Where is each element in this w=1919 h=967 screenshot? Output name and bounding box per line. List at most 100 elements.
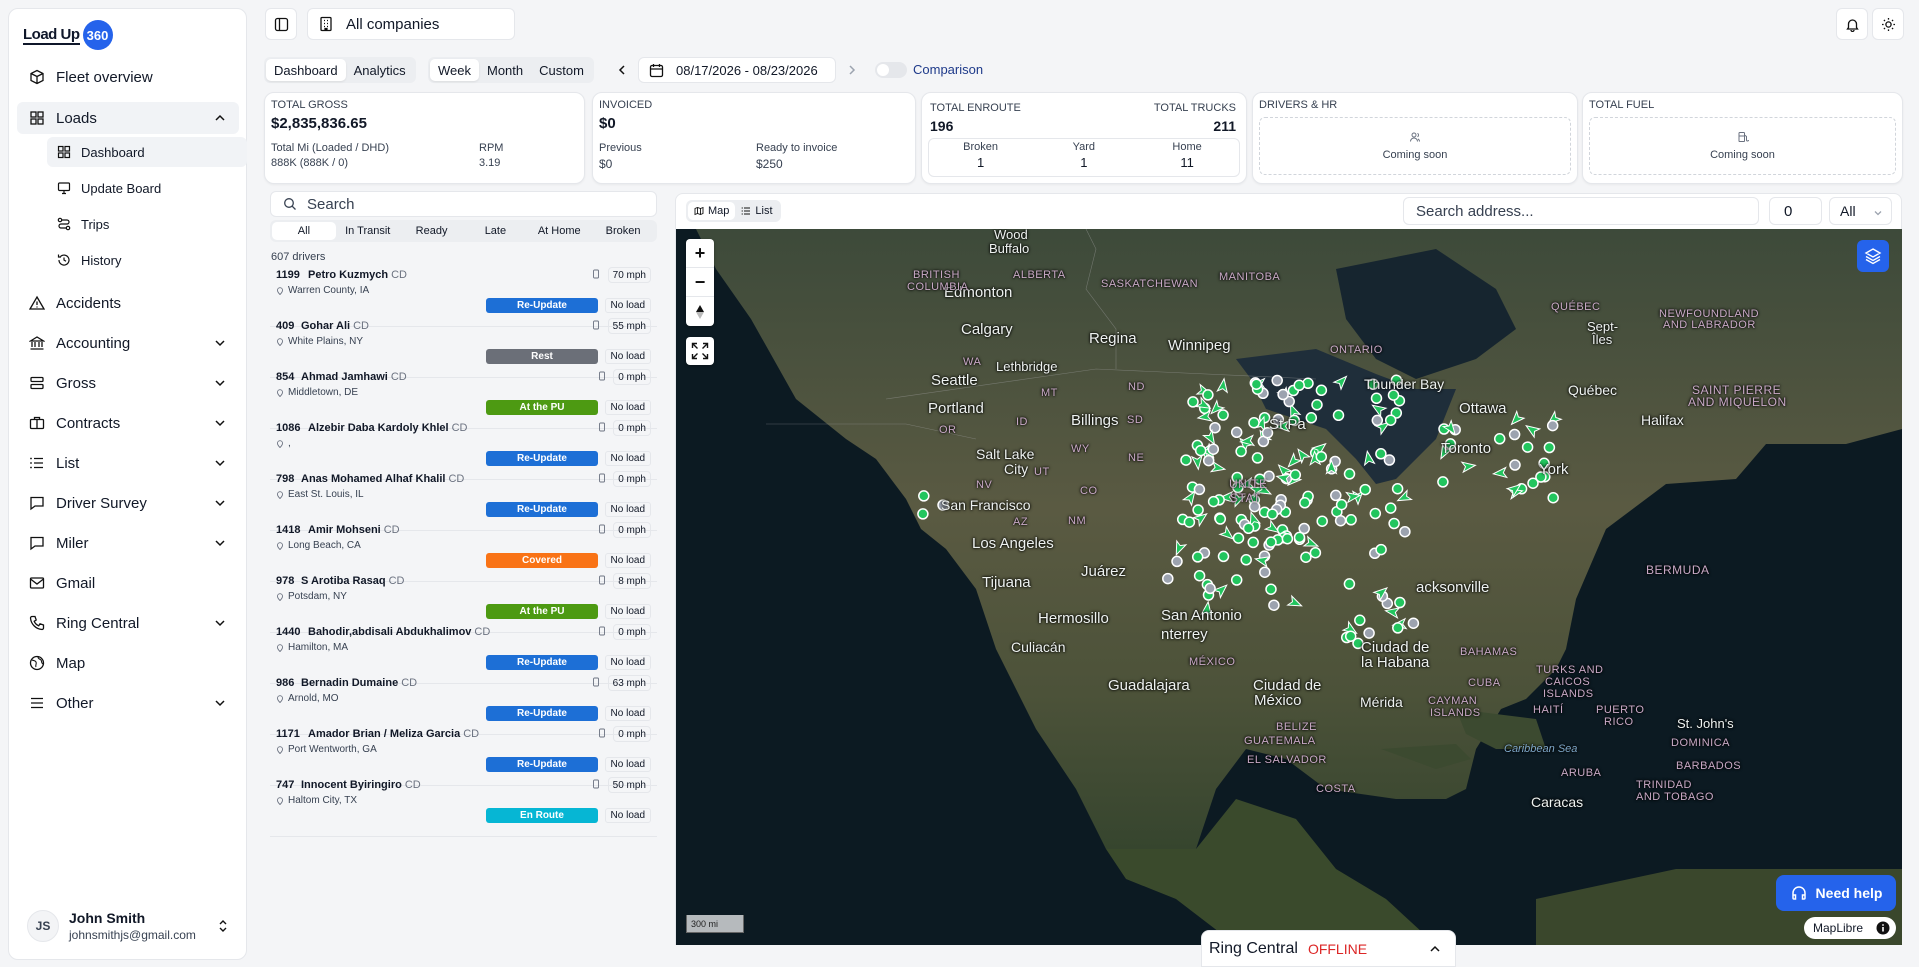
sidebar-item-gross[interactable]: Gross [17,367,239,399]
notifications-button[interactable] [1836,8,1868,40]
truck-marker[interactable] [1207,443,1220,455]
sidebar-item-other[interactable]: Other [17,687,239,719]
tab-month[interactable]: Month [479,59,531,81]
need-help-button[interactable]: Need help [1776,875,1896,911]
toggle-sidebar-button[interactable] [265,8,297,40]
driver-status-badge[interactable]: Re-Update [486,655,598,670]
driver-search-input[interactable]: Search [270,191,657,217]
truck-marker[interactable] [1332,409,1345,422]
truck-marker[interactable] [1202,389,1214,401]
truck-marker[interactable] [1394,596,1406,609]
sidebar-subitem-trips[interactable]: Trips [47,209,247,239]
truck-marker[interactable] [1281,532,1294,545]
truck-marker[interactable] [1191,551,1204,563]
truck-marker[interactable] [1330,489,1342,502]
truck-marker[interactable] [1232,532,1245,544]
truck-marker[interactable] [1437,476,1449,488]
sidebar-item-accounting[interactable]: Accounting [17,327,239,359]
sidebar-item-gmail[interactable]: Gmail [17,567,239,599]
truck-marker[interactable] [1266,508,1279,520]
truck-marker[interactable] [1388,517,1400,530]
truck-marker[interactable] [1293,379,1305,392]
driver-status-badge[interactable]: At the PU [486,400,598,415]
truck-marker[interactable] [1171,555,1183,568]
truck-marker[interactable] [1162,572,1174,585]
phone-icon[interactable] [597,473,607,483]
truck-marker[interactable] [1265,583,1277,595]
driver-status-badge[interactable]: Re-Update [486,706,598,721]
tab-ready[interactable]: Ready [400,222,464,240]
driver-status-badge[interactable]: Re-Update [486,502,598,517]
truck-marker[interactable] [1391,482,1404,495]
truck-marker[interactable] [1334,514,1347,527]
truck-marker[interactable] [1315,384,1328,397]
phone-icon[interactable] [597,575,607,585]
truck-marker[interactable] [1407,617,1420,629]
prev-period-button[interactable] [609,57,635,83]
truck-marker[interactable] [1193,483,1206,496]
truck-marker[interactable] [1300,551,1312,563]
truck-marker[interactable] [1235,445,1247,458]
truck-marker[interactable] [1265,536,1277,548]
truck-marker[interactable] [1259,566,1271,578]
truck-marker[interactable] [1247,536,1259,549]
map-filter-select[interactable]: All [1829,197,1892,225]
driver-status-badge[interactable]: Rest [486,349,598,364]
sidebar-item-map[interactable]: Map [17,647,239,679]
address-search-input[interactable]: Search address... [1403,197,1759,225]
tab-at-home[interactable]: At Home [527,222,591,240]
truck-marker[interactable] [1240,554,1252,566]
phone-icon[interactable] [591,269,601,279]
truck-marker[interactable] [1384,414,1397,426]
truck-marker[interactable] [1359,483,1371,496]
map-attribution[interactable]: MapLibre [1804,917,1896,939]
tab-broken[interactable]: Broken [591,222,655,240]
truck-marker[interactable] [1384,502,1397,514]
truck-marker[interactable] [1204,582,1216,595]
logo[interactable]: Load Up 360 [23,19,113,51]
driver-status-badge[interactable]: Re-Update [486,298,598,313]
truck-marker[interactable] [1242,522,1255,535]
truck-marker[interactable] [1547,491,1559,504]
sidebar-item-contracts[interactable]: Contracts [17,407,239,439]
truck-marker[interactable] [1194,444,1207,457]
truck-marker[interactable] [1315,450,1328,463]
truck-marker[interactable] [1344,630,1357,642]
truck-marker[interactable] [1230,574,1243,586]
fullscreen-button[interactable] [686,337,714,365]
truck-marker[interactable] [1369,507,1382,520]
truck-marker[interactable] [1251,452,1264,464]
tab-map[interactable]: Map [688,202,736,220]
truck-marker[interactable] [1293,531,1306,544]
sidebar-subitem-dashboard[interactable]: Dashboard [47,137,247,167]
truck-marker[interactable] [1299,497,1311,509]
company-selector[interactable]: All companies [307,8,515,40]
phone-icon[interactable] [597,422,607,432]
radius-input[interactable]: 0 [1769,197,1822,225]
truck-marker[interactable] [918,490,930,502]
user-menu[interactable]: JS John Smith johnsmithjs@gmail.com [17,903,239,949]
sidebar-subitem-update-board[interactable]: Update Board [47,173,247,203]
driver-status-badge[interactable]: Re-Update [486,757,598,772]
tab-week[interactable]: Week [430,59,479,81]
phone-icon[interactable] [597,626,607,636]
truck-marker[interactable] [1183,516,1196,528]
driver-status-badge[interactable]: At the PU [486,604,598,619]
truck-marker[interactable] [1370,392,1383,405]
truck-marker[interactable] [1383,454,1396,466]
truck-marker[interactable] [1543,441,1556,454]
truck-marker[interactable] [1508,428,1521,441]
truck-marker[interactable] [1354,614,1366,627]
ring-central-widget[interactable]: Ring Central OFFLINE [1201,930,1456,967]
truck-marker[interactable] [1309,546,1322,559]
truck-marker[interactable] [1392,622,1404,634]
layers-button[interactable] [1857,240,1889,272]
truck-marker[interactable] [1335,498,1348,511]
truck-marker[interactable] [1187,396,1199,408]
truck-marker[interactable] [1316,515,1328,527]
truck-marker[interactable] [1527,477,1539,489]
sidebar-item-accidents[interactable]: Accidents [17,287,239,319]
sidebar-item-ring-central[interactable]: Ring Central [17,607,239,639]
truck-marker[interactable] [1214,513,1227,525]
tab-late[interactable]: Late [463,222,527,240]
